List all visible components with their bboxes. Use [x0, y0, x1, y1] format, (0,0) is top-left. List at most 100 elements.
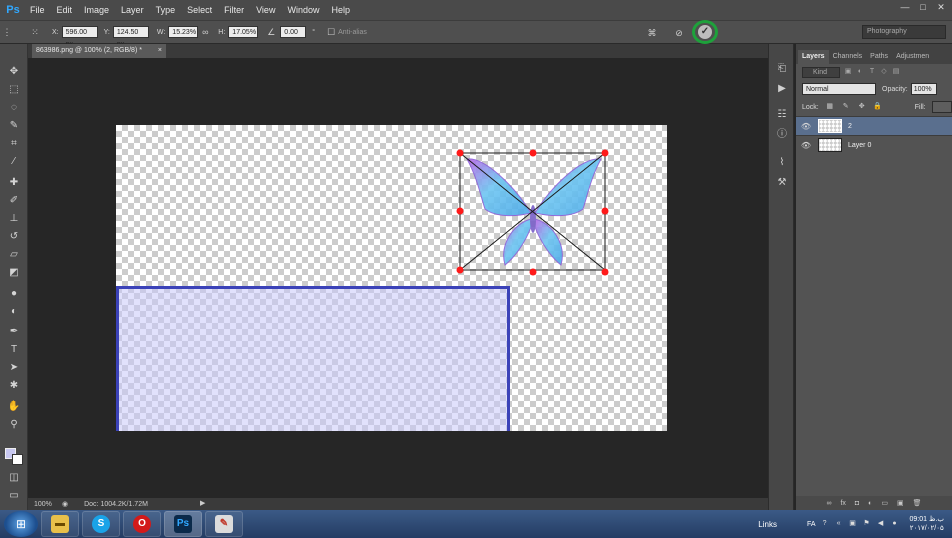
visibility-eye-icon[interactable]: 👁 — [796, 141, 816, 150]
antialias-checkbox[interactable]: ☐ — [324, 25, 338, 39]
taskbar-skype[interactable]: S — [82, 511, 120, 537]
workspace-switcher[interactable]: Photography — [862, 25, 946, 39]
move-icon[interactable]: ✥ — [4, 64, 24, 80]
fill-field[interactable] — [931, 101, 952, 113]
maximize-button[interactable]: □ — [916, 2, 930, 12]
menu-file[interactable]: File — [24, 0, 51, 20]
menu-layer[interactable]: Layer — [115, 0, 150, 20]
tab-channels[interactable]: Channels — [829, 50, 867, 64]
healing-icon[interactable]: ✚ — [4, 175, 24, 191]
lock-pixels-icon[interactable]: ✎ — [841, 102, 851, 112]
commit-transform-icon[interactable]: ✓ — [698, 25, 712, 39]
eraser-icon[interactable]: ▱ — [4, 247, 24, 263]
clock[interactable]: 09:01 ب.ظ ۲۰۱۷/۰۲/۰۵ — [910, 515, 944, 533]
link-layers-icon[interactable]: ∞ — [826, 500, 831, 507]
h-field[interactable]: 17.05% — [228, 26, 259, 38]
reference-point-icon[interactable]: ⁙ — [28, 25, 42, 39]
tab-adjustments[interactable]: Adjustmen — [892, 50, 933, 64]
shape-icon[interactable]: ✱ — [4, 378, 24, 394]
w-field[interactable]: 15.23% — [168, 26, 199, 38]
taskbar-paint[interactable]: ✎ — [205, 511, 243, 537]
close-button[interactable]: ✕ — [934, 2, 948, 12]
pixel-filter-icon[interactable]: ▣ — [844, 68, 852, 76]
angle-field[interactable]: 0.00 — [280, 26, 307, 38]
properties-icon[interactable]: ☷ — [775, 108, 789, 122]
volume-icon[interactable]: ◀ — [876, 519, 886, 529]
y-field[interactable]: 124.50 px — [112, 26, 149, 48]
path-select-icon[interactable]: ➤ — [4, 360, 24, 376]
help-icon[interactable]: ? — [820, 519, 830, 529]
add-mask-icon[interactable]: ◘ — [855, 500, 859, 507]
layer-style-icon[interactable]: fx — [840, 500, 845, 507]
lock-position-icon[interactable]: ✥ — [857, 102, 867, 112]
menu-select[interactable]: Select — [181, 0, 218, 20]
smart-object-filter-icon[interactable]: ▤ — [892, 68, 900, 76]
taskbar-photoshop[interactable]: Ps — [164, 511, 202, 537]
minimize-button[interactable]: — — [898, 2, 912, 12]
brush-presets-icon[interactable]: ⌇ — [775, 156, 789, 170]
menu-window[interactable]: Window — [281, 0, 325, 20]
kind-filter-select[interactable]: Kind — [802, 66, 840, 78]
lock-all-icon[interactable]: 🔒 — [873, 102, 883, 112]
screen-mode-icon[interactable]: ▭ — [4, 488, 24, 504]
history-icon[interactable]: ⎗ — [775, 62, 789, 76]
hand-icon[interactable]: ✋ — [4, 399, 24, 415]
new-adjustment-icon[interactable]: ◐ — [868, 500, 872, 507]
delete-layer-icon[interactable]: 🗑 — [913, 499, 922, 507]
tab-paths[interactable]: Paths — [866, 50, 892, 64]
blend-mode-select[interactable]: Normal — [802, 83, 876, 95]
menu-help[interactable]: Help — [325, 0, 356, 20]
layer-row[interactable]: 👁 2 — [796, 116, 952, 135]
brush-icon[interactable]: ✐ — [4, 193, 24, 209]
info-icon[interactable]: ⓘ — [775, 128, 789, 142]
layer-row[interactable]: 👁 Layer 0 — [796, 135, 952, 154]
taskbar-opera[interactable]: O — [123, 511, 161, 537]
cancel-transform-icon[interactable]: ⊘ — [672, 26, 686, 40]
zoom-icon[interactable]: ⚲ — [4, 417, 24, 433]
tool-preset-icon[interactable]: ⋮ — [0, 25, 14, 39]
stamp-icon[interactable]: ⊥ — [4, 211, 24, 227]
pen-icon[interactable]: ✒ — [4, 324, 24, 340]
menu-image[interactable]: Image — [78, 0, 115, 20]
links-toolbar[interactable]: Links — [758, 520, 777, 529]
action-center-icon[interactable]: ⚑ — [862, 519, 872, 529]
tab-layers[interactable]: Layers — [798, 50, 829, 64]
eyedropper-icon[interactable]: ⁄ — [4, 154, 24, 170]
menu-filter[interactable]: Filter — [218, 0, 250, 20]
type-icon[interactable]: T — [4, 342, 24, 358]
background-color-swatch[interactable] — [12, 454, 23, 465]
paint-bucket-icon[interactable]: ◩ — [4, 265, 24, 281]
opacity-field[interactable]: 100% — [910, 83, 937, 95]
quick-select-icon[interactable]: ✎ — [4, 118, 24, 134]
marquee-icon[interactable]: ⬚ — [4, 82, 24, 98]
menu-type[interactable]: Type — [150, 0, 182, 20]
chevron-icon[interactable]: « — [834, 519, 844, 529]
type-filter-icon[interactable]: T — [868, 68, 876, 76]
zoom-level[interactable]: 100% — [34, 501, 62, 508]
new-layer-icon[interactable]: ▣ — [897, 499, 904, 507]
language-indicator[interactable]: FA — [807, 521, 816, 528]
history-brush-icon[interactable]: ↺ — [4, 229, 24, 245]
actions-icon[interactable]: ▶ — [775, 82, 789, 96]
shape-filter-icon[interactable]: ◇ — [880, 68, 888, 76]
butterfly-layer[interactable] — [455, 147, 613, 277]
tool-presets-icon[interactable]: ⚒ — [775, 176, 789, 190]
new-group-icon[interactable]: ▭ — [881, 499, 888, 507]
status-info-icon[interactable]: ◉ — [62, 500, 68, 508]
lasso-icon[interactable]: ◌ — [4, 100, 24, 116]
document-tab[interactable]: 863986.png @ 100% (2, RGB/8) * × — [32, 44, 166, 58]
menu-edit[interactable]: Edit — [51, 0, 79, 20]
quick-mask-icon[interactable]: ◫ — [4, 470, 24, 486]
app-tray-icon[interactable]: ● — [890, 519, 900, 529]
menu-view[interactable]: View — [250, 0, 281, 20]
close-tab-icon[interactable]: × — [158, 44, 162, 58]
warp-icon[interactable]: ⌘ — [645, 26, 659, 40]
crop-icon[interactable]: ⌗ — [4, 136, 24, 152]
link-icon[interactable]: ∞ — [198, 25, 212, 39]
taskbar-explorer[interactable]: ▬ — [41, 511, 79, 537]
x-field[interactable]: 596.00 px — [61, 26, 98, 48]
lock-transparent-icon[interactable]: ▦ — [825, 102, 835, 112]
dodge-icon[interactable]: ◐ — [4, 304, 24, 320]
visibility-eye-icon[interactable]: 👁 — [796, 122, 816, 131]
blur-icon[interactable]: ● — [4, 286, 24, 302]
